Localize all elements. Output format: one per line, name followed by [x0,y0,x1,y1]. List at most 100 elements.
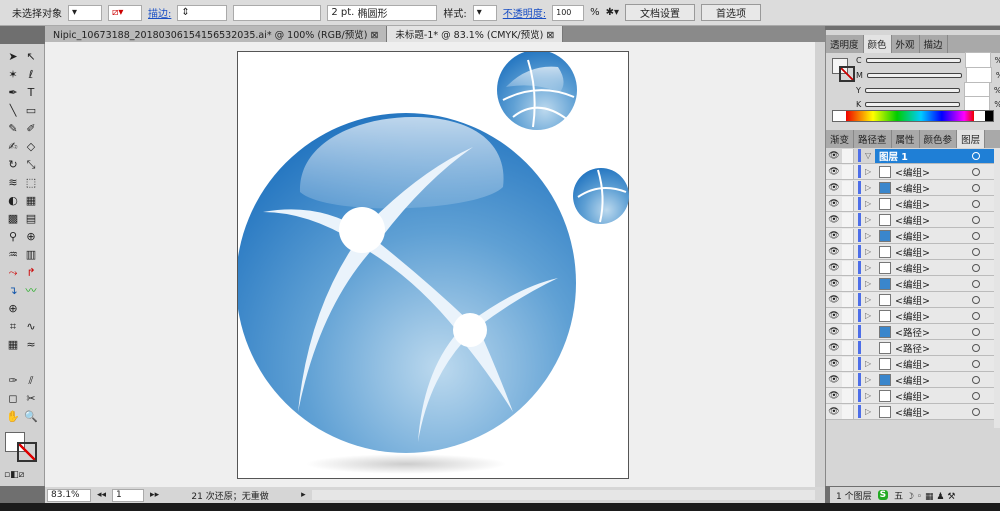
warp-icon[interactable]: ≋ [6,176,20,190]
free-transform-icon[interactable]: ⬚ [24,176,38,190]
color-mode-icon[interactable]: ▫◧⧄ [4,468,24,482]
layer-item[interactable]: 👁 <路径> [826,340,994,356]
ime-logo-icon[interactable]: S [877,490,889,500]
lock-toggle[interactable] [842,356,854,371]
layer-item[interactable]: 👁 ▷ <编组> [826,404,994,420]
expand-icon[interactable]: ▷ [865,311,875,320]
tab-document-1[interactable]: Nipic_10673188_20180306154156532035.ai* … [45,26,388,42]
pencil-icon[interactable]: ✐ [24,122,38,136]
scissors-icon[interactable]: ✂ [24,392,38,406]
layer-item[interactable]: 👁 <路径> [826,324,994,340]
magic-wand-icon[interactable]: ✶ [6,68,20,82]
width-tool-icon[interactable]: ⤳ [6,266,20,280]
slice-icon[interactable]: ∿ [24,320,38,334]
eye-icon[interactable]: 👁 [826,343,842,353]
artboard[interactable] [236,50,629,479]
variable-width-select[interactable] [233,4,322,21]
layer-row[interactable]: 👁 ▽ 图层 1 [826,148,994,164]
layer-item[interactable]: 👁 ▷ <编组> [826,244,994,260]
recolor-icon[interactable]: ✱▾ [606,7,619,18]
column-graph-icon[interactable]: ▦ [6,338,20,352]
eye-icon[interactable]: 👁 [826,263,842,273]
eye-icon[interactable]: 👁 [826,295,842,305]
stroke-color-swatch[interactable] [17,442,37,462]
artboard-icon[interactable]: ⌗ [6,320,20,334]
channel-c[interactable]: C% [856,52,1000,68]
tab-gradient[interactable]: 渐变 [826,130,855,148]
expand-icon[interactable]: ▷ [865,375,875,384]
lock-toggle[interactable] [842,228,854,243]
rectangle-icon[interactable]: ▭ [24,104,38,118]
target-icon[interactable] [972,279,980,288]
target-icon[interactable] [972,199,980,208]
lock-toggle[interactable] [842,404,854,419]
lock-toggle[interactable] [842,388,854,403]
eye-icon[interactable]: 👁 [826,183,842,193]
expand-icon[interactable]: ▷ [865,407,875,416]
eye-icon[interactable]: 👁 [826,407,842,417]
eyedropper-icon[interactable]: ⚲ [6,230,20,244]
preferences-button[interactable]: 首选项 [701,4,762,21]
target-icon[interactable] [972,183,980,192]
eye-icon[interactable]: 👁 [826,375,842,385]
layer-item[interactable]: 👁 ▷ <编组> [826,292,994,308]
expand-icon[interactable]: ▷ [865,279,875,288]
expand-icon[interactable]: ▷ [865,263,875,272]
layer-item[interactable]: 👁 ▷ <编组> [826,260,994,276]
stroke-swatch[interactable]: ⧄▾ [108,4,142,21]
eye-icon[interactable]: 👁 [826,215,842,225]
layers-scrollbar[interactable] [994,148,1000,428]
zoom-select[interactable]: 83.1% [47,488,91,502]
lock-toggle[interactable] [842,244,854,259]
layer-item[interactable]: 👁 ▷ <编组> [826,212,994,228]
crop-icon[interactable]: ◻ [6,392,20,406]
layer-item[interactable]: 👁 ▷ <编组> [826,356,994,372]
vertical-scrollbar[interactable] [815,42,825,487]
mesh-icon[interactable]: ▩ [6,212,20,226]
target-icon[interactable] [972,327,980,336]
selection-tool-icon[interactable]: ➤ [6,50,20,64]
document-setup-button[interactable]: 文档设置 [625,4,696,21]
expand-icon[interactable]: ▷ [865,391,875,400]
tab-transparency[interactable]: 透明度 [826,35,864,53]
lock-toggle[interactable] [842,180,854,195]
layer-item[interactable]: 👁 ▷ <编组> [826,228,994,244]
lock-toggle[interactable] [842,324,854,339]
target-icon[interactable] [972,311,980,320]
lock-toggle[interactable] [842,260,854,275]
lock-toggle[interactable] [842,196,854,211]
tab-document-2[interactable]: 未标题-1* @ 83.1% (CMYK/预览) ⊠ [387,26,564,42]
expand-icon[interactable]: ▷ [865,199,875,208]
layer-item[interactable]: 👁 ▷ <编组> [826,308,994,324]
target-icon[interactable] [972,391,980,400]
eye-icon[interactable]: 👁 [826,247,842,257]
tab-color-guide[interactable]: 颜色参 [920,130,958,148]
shape-builder-icon[interactable]: ◐ [6,194,20,208]
lock-toggle[interactable] [842,212,854,227]
eyedropper-2-icon[interactable]: ✑ [6,374,20,388]
layer-item[interactable]: 👁 ▷ <编组> [826,196,994,212]
tab-appearance[interactable]: 外观 [892,35,920,53]
lock-toggle[interactable] [842,340,854,355]
gradient-icon[interactable]: ▤ [24,212,38,226]
blend-icon[interactable]: ⊕ [24,230,38,244]
pen-icon[interactable]: ✒ [6,86,20,100]
eye-icon[interactable]: 👁 [826,167,842,177]
layer-item[interactable]: 👁 ▷ <编组> [826,388,994,404]
eye-icon[interactable]: 👁 [826,151,842,161]
ime-toolbar-icon[interactable]: 五 ☽ ◦ ▦ ♟ ⚒ [894,489,955,502]
layer-item[interactable]: 👁 ▷ <编组> [826,180,994,196]
target-icon[interactable] [972,263,980,272]
stroke-link[interactable]: 描边: [148,5,171,20]
opacity-input[interactable]: 100 [552,4,585,21]
expand-icon[interactable]: ▷ [865,183,875,192]
eye-icon[interactable]: 👁 [826,231,842,241]
stroke-width-input[interactable]: ⇕ [177,4,228,21]
path-eraser-icon[interactable]: 〰 [24,284,38,298]
eye-icon[interactable]: 👁 [826,311,842,321]
opacity-link[interactable]: 不透明度: [503,5,546,20]
lock-toggle[interactable] [842,164,854,179]
smooth-icon[interactable]: ↴ [6,284,20,298]
style-select[interactable]: ▾ [472,4,497,21]
eraser-icon[interactable]: ◇ [24,140,38,154]
